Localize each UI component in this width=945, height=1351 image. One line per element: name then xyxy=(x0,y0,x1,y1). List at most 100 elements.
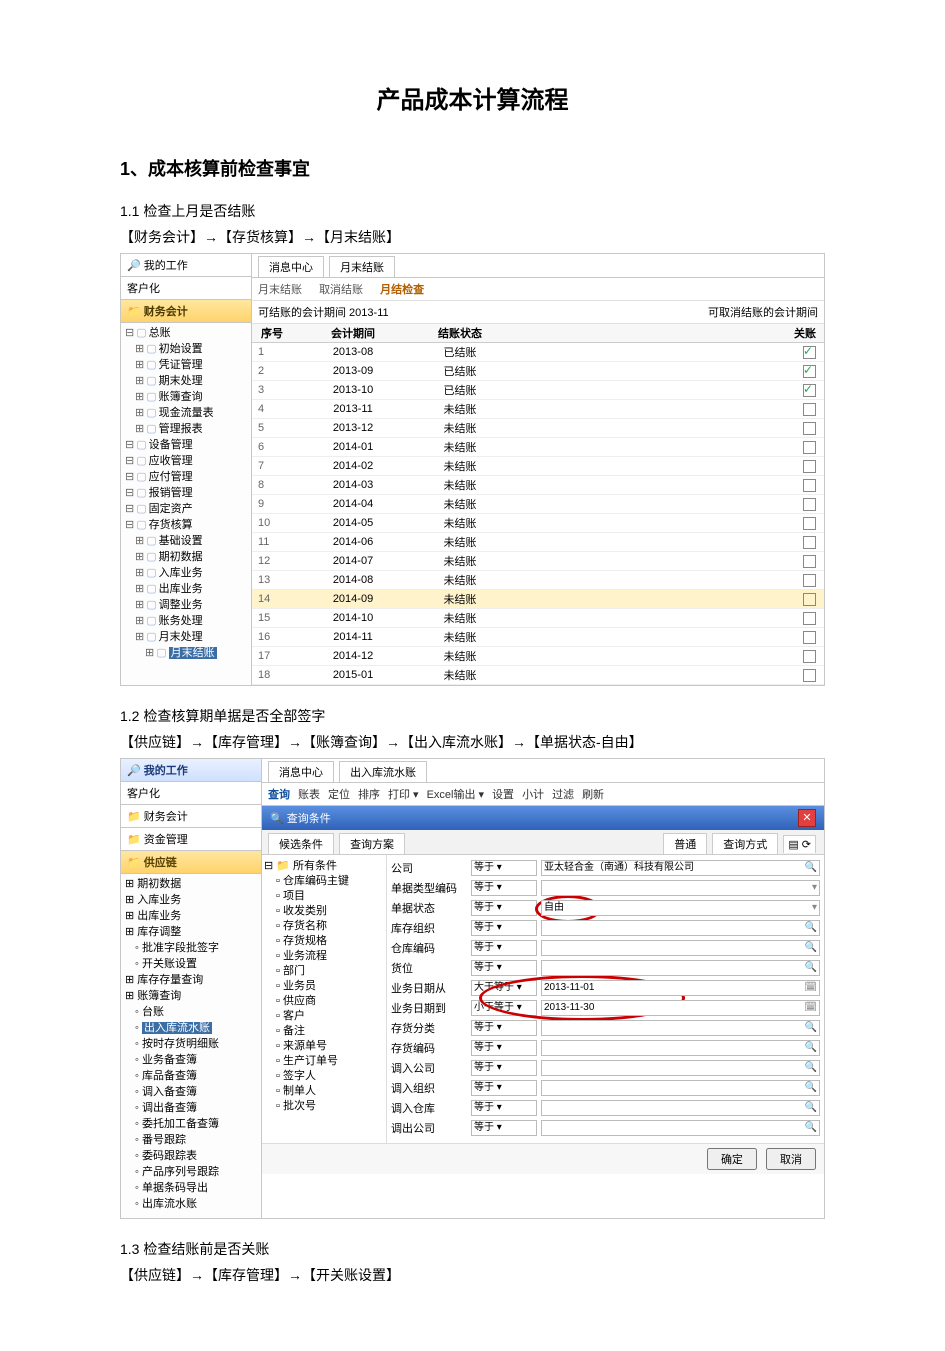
close-checkbox[interactable] xyxy=(803,536,816,549)
lookup-icon[interactable]: 🔍 xyxy=(805,1021,817,1035)
tree-node[interactable]: ⊞ 库存调整 xyxy=(125,924,261,940)
cond-node[interactable]: ▫ 存货名称 xyxy=(264,919,384,934)
toolbar-btn[interactable]: 设置 xyxy=(492,789,514,801)
cond-node[interactable]: ▫ 存货规格 xyxy=(264,934,384,949)
table-row[interactable]: 62014-01未结账 xyxy=(252,438,824,457)
close-checkbox[interactable] xyxy=(803,574,816,587)
close-checkbox[interactable] xyxy=(803,555,816,568)
table-row[interactable]: 102014-05未结账 xyxy=(252,514,824,533)
tree-node[interactable]: ⊞▢月末处理 xyxy=(125,629,251,645)
tree-node[interactable]: ⊞ 期初数据 xyxy=(125,876,261,892)
close-checkbox[interactable] xyxy=(803,479,816,492)
table-row[interactable]: 112014-06未结账 xyxy=(252,533,824,552)
value-input[interactable]: 🔍 xyxy=(541,1080,820,1096)
tree-node[interactable]: ⊞▢基础设置 xyxy=(125,533,251,549)
subtab-close[interactable]: 月末结账 xyxy=(258,284,302,296)
lookup-icon[interactable]: 🔍 xyxy=(805,1121,817,1135)
close-checkbox[interactable] xyxy=(803,441,816,454)
operator-select[interactable]: 等于 ▾ xyxy=(471,1080,537,1096)
tree-node[interactable]: ⊞▢账务处理 xyxy=(125,613,251,629)
cond-node[interactable]: ▫ 制单人 xyxy=(264,1084,384,1099)
tree-node[interactable]: ◦ 单据条码导出 xyxy=(125,1180,261,1196)
tree-node[interactable]: ◦ 开关账设置 xyxy=(125,956,261,972)
tree-node[interactable]: ⊞▢管理报表 xyxy=(125,421,251,437)
tab-month-end[interactable]: 月末结账 xyxy=(329,256,395,277)
lookup-icon[interactable]: 🔍 xyxy=(805,861,817,875)
tree-node[interactable]: ⊞▢出库业务 xyxy=(125,581,251,597)
close-icon[interactable]: ✕ xyxy=(798,809,816,827)
lookup-icon[interactable]: ▾ xyxy=(812,881,817,895)
panel-customize[interactable]: 客户化 xyxy=(121,277,251,300)
value-input[interactable]: 🔍 xyxy=(541,1020,820,1036)
table-row[interactable]: 142014-09未结账 xyxy=(252,590,824,609)
panel-supply-chain[interactable]: 📁 供应链 xyxy=(121,851,261,874)
tree-node[interactable]: ⊞ 入库业务 xyxy=(125,892,261,908)
tree-node[interactable]: ⊟▢应付管理 xyxy=(125,469,251,485)
table-row[interactable]: 92014-04未结账 xyxy=(252,495,824,514)
tree-node[interactable]: ⊞▢入库业务 xyxy=(125,565,251,581)
value-input[interactable]: 🔍 xyxy=(541,1120,820,1136)
tab-query-mode[interactable]: 查询方式 xyxy=(712,833,778,854)
tree-node[interactable]: ⊞▢初始设置 xyxy=(125,341,251,357)
subtab-check[interactable]: 月结检查 xyxy=(380,284,424,296)
toolbar-btn[interactable]: 过滤 xyxy=(552,789,574,801)
toolbar-btn[interactable]: 定位 xyxy=(328,789,350,801)
cancel-button[interactable]: 取消 xyxy=(766,1148,816,1170)
tree-node[interactable]: ◦ 委托加工备查簿 xyxy=(125,1116,261,1132)
operator-select[interactable]: 等于 ▾ xyxy=(471,1100,537,1116)
close-checkbox[interactable] xyxy=(803,517,816,530)
tree-node[interactable]: ⊟▢存货核算 xyxy=(125,517,251,533)
operator-select[interactable]: 等于 ▾ xyxy=(471,1120,537,1136)
tree-node[interactable]: ◦ 番号跟踪 xyxy=(125,1132,261,1148)
tree-node[interactable]: ⊞▢期初数据 xyxy=(125,549,251,565)
toolbar-btn[interactable]: 小计 xyxy=(522,789,544,801)
table-row[interactable]: 122014-07未结账 xyxy=(252,552,824,571)
cond-node[interactable]: ▫ 来源单号 xyxy=(264,1039,384,1054)
cond-node[interactable]: ▫ 收发类别 xyxy=(264,904,384,919)
tree-node[interactable]: ⊞▢账簿查询 xyxy=(125,389,251,405)
close-checkbox[interactable] xyxy=(803,422,816,435)
ok-button[interactable]: 确定 xyxy=(707,1148,757,1170)
operator-select[interactable]: 大于等于 ▾ xyxy=(471,980,537,996)
table-row[interactable]: 12013-08已结账 xyxy=(252,343,824,362)
toolbar-btn[interactable]: 查询 xyxy=(268,789,290,801)
tree-node[interactable]: ◦ 调出备查簿 xyxy=(125,1100,261,1116)
tree-node[interactable]: ⊞▢凭证管理 xyxy=(125,357,251,373)
close-checkbox[interactable] xyxy=(803,593,816,606)
tree-node[interactable]: ◦ 产品序列号跟踪 xyxy=(125,1164,261,1180)
value-input[interactable]: 自由▾ xyxy=(541,900,820,916)
tree-node[interactable]: ⊞ 出库业务 xyxy=(125,908,261,924)
close-checkbox[interactable] xyxy=(803,346,816,359)
tree-node[interactable]: ◦ 业务备查簿 xyxy=(125,1052,261,1068)
operator-select[interactable]: 等于 ▾ xyxy=(471,960,537,976)
filter-icon[interactable]: ▤ ⟳ xyxy=(783,835,816,853)
close-checkbox[interactable] xyxy=(803,460,816,473)
cond-node[interactable]: ▫ 项目 xyxy=(264,889,384,904)
value-input[interactable]: 🔍 xyxy=(541,920,820,936)
table-row[interactable]: 82014-03未结账 xyxy=(252,476,824,495)
tree-node[interactable]: ⊟▢固定资产 xyxy=(125,501,251,517)
cond-node[interactable]: ▫ 签字人 xyxy=(264,1069,384,1084)
table-row[interactable]: 32013-10已结账 xyxy=(252,381,824,400)
lookup-icon[interactable]: 🔍 xyxy=(805,1101,817,1115)
toolbar-btn[interactable]: Excel输出 ▾ xyxy=(427,789,484,801)
table-row[interactable]: 152014-10未结账 xyxy=(252,609,824,628)
operator-select[interactable]: 等于 ▾ xyxy=(471,1040,537,1056)
tree-node[interactable]: ◦ 调入备查簿 xyxy=(125,1084,261,1100)
tree-node[interactable]: ⊟▢报销管理 xyxy=(125,485,251,501)
operator-select[interactable]: 小于等于 ▾ xyxy=(471,1000,537,1016)
panel-financial-accounting[interactable]: 📁 财务会计 xyxy=(121,300,251,323)
table-row[interactable]: 182015-01未结账 xyxy=(252,666,824,685)
panel-financial-2[interactable]: 📁 财务会计 xyxy=(121,805,261,828)
table-row[interactable]: 22013-09已结账 xyxy=(252,362,824,381)
cond-node[interactable]: ▫ 备注 xyxy=(264,1024,384,1039)
close-checkbox[interactable] xyxy=(803,403,816,416)
toolbar-btn[interactable]: 账表 xyxy=(298,789,320,801)
panel-customize-2[interactable]: 客户化 xyxy=(121,782,261,805)
tab-message-center[interactable]: 消息中心 xyxy=(258,256,324,277)
close-checkbox[interactable] xyxy=(803,365,816,378)
cond-node[interactable]: ▫ 生产订单号 xyxy=(264,1054,384,1069)
value-input[interactable]: 亚太轻合金（南通）科技有限公司🔍 xyxy=(541,860,820,876)
tab-message-center-2[interactable]: 消息中心 xyxy=(268,761,334,782)
value-input[interactable]: 🔍 xyxy=(541,960,820,976)
